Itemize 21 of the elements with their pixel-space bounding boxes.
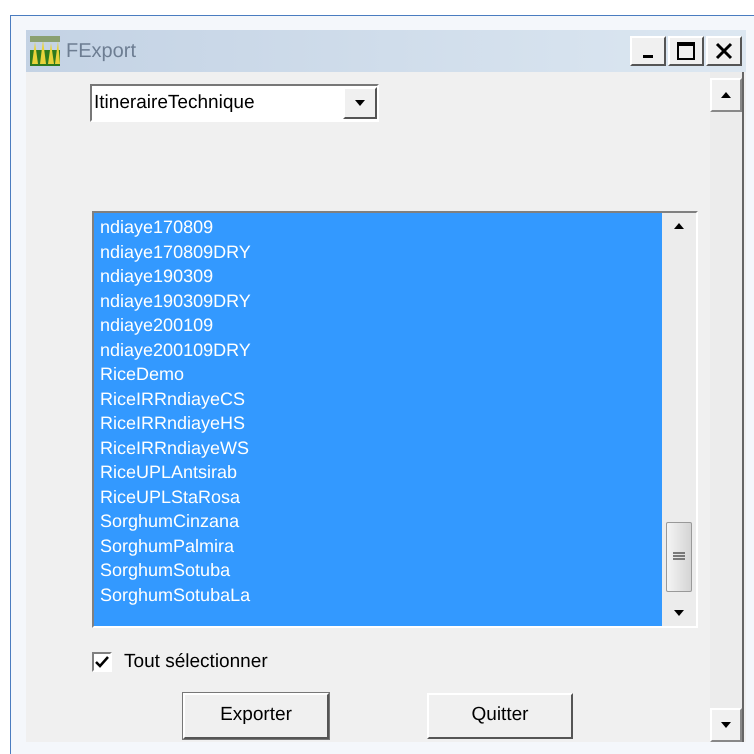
grip-icon <box>673 552 685 562</box>
close-icon <box>715 42 733 60</box>
minimize-icon <box>643 55 653 58</box>
dialog-button[interactable]: Quitter <box>427 692 573 738</box>
scroll-up-icon <box>674 223 684 229</box>
dropdown-arrow-icon <box>355 100 365 106</box>
minimize-button[interactable] <box>630 36 666 66</box>
checkbox[interactable] <box>92 652 112 672</box>
checkmark-icon <box>95 656 109 668</box>
dropdown[interactable]: ItineraireTechnique <box>90 84 379 122</box>
crop-field-icon <box>30 36 60 66</box>
scroll-up-icon <box>721 92 731 98</box>
scroll-down-icon <box>721 722 731 728</box>
checkbox-label: Tout sélectionner <box>124 650 268 674</box>
maximize-icon <box>677 42 695 60</box>
scroll-thumb[interactable] <box>666 522 692 592</box>
window-title: FExport <box>66 39 136 64</box>
scroll-down-icon <box>674 610 684 616</box>
dialog-button[interactable]: Exporter <box>183 692 329 738</box>
close-button[interactable] <box>706 36 742 66</box>
maximize-button[interactable] <box>668 36 704 66</box>
